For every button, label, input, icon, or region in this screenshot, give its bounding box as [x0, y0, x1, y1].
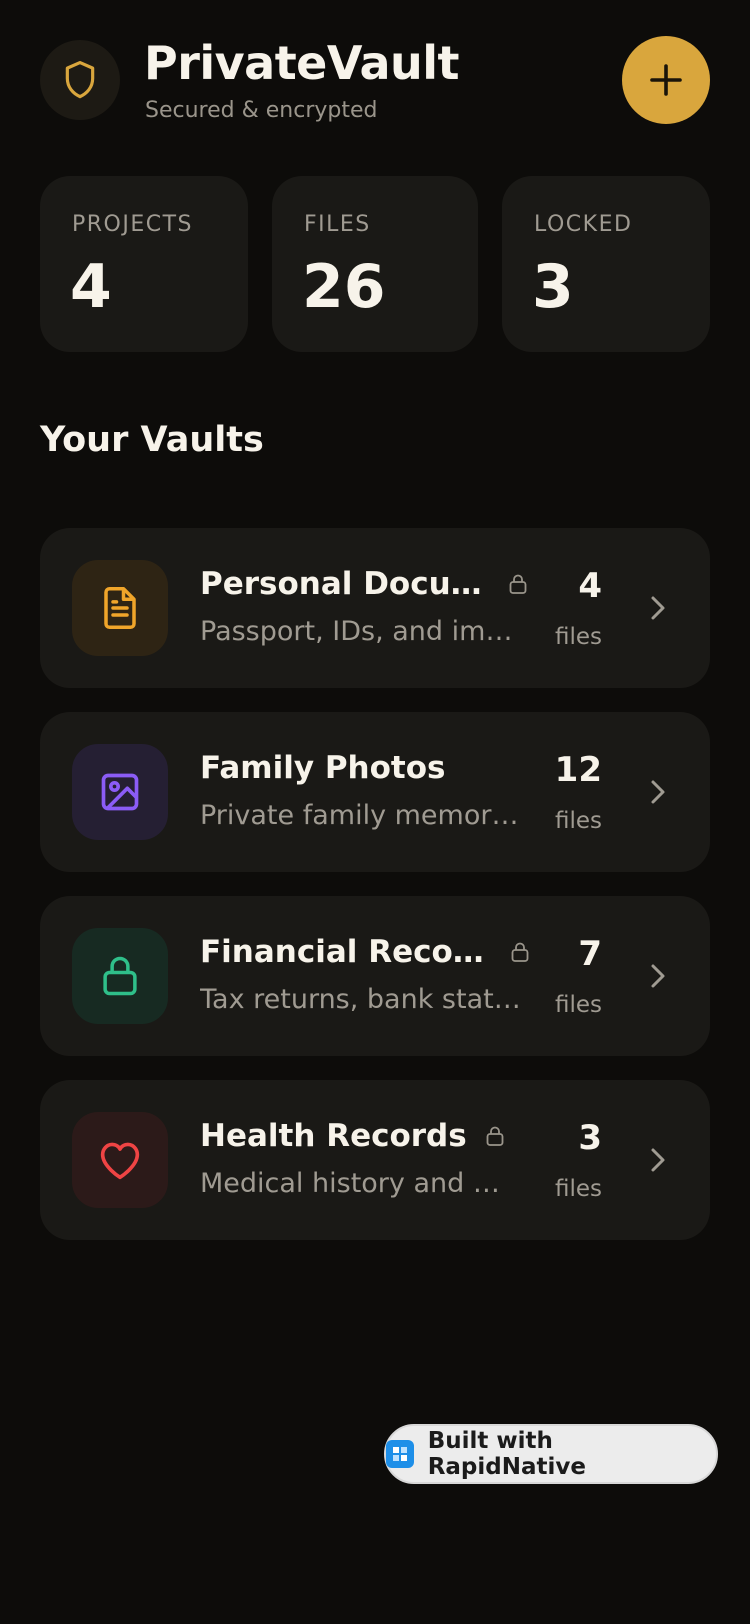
vault-file-unit: files: [554, 1176, 602, 1202]
vault-card-personal-documents[interactable]: Personal Documents Passport, IDs, and im…: [40, 528, 710, 688]
vault-card-health-records[interactable]: Health Records Medical history and presc…: [40, 1080, 710, 1240]
chevron-right-icon: [644, 774, 672, 810]
vault-card-family-photos[interactable]: Family Photos Private family memories 12…: [40, 712, 710, 872]
vault-name: Health Records: [200, 1118, 467, 1154]
vault-icon-container: [72, 560, 168, 656]
stat-value: 3: [532, 252, 574, 322]
vault-file-unit: files: [554, 808, 602, 834]
badge-label: Built with RapidNative: [427, 1428, 586, 1480]
vault-file-count: 4: [578, 566, 602, 606]
stat-label: PROJECTS: [72, 212, 194, 237]
lock-icon: [103, 956, 137, 996]
vault-file-count: 3: [578, 1118, 602, 1158]
section-title: Your Vaults: [40, 420, 264, 460]
header: PrivateVault Secured & encrypted: [40, 36, 710, 126]
small-lock-icon: [510, 941, 530, 963]
vault-file-count: 12: [554, 750, 602, 790]
app-logo: [40, 40, 120, 120]
vault-icon-container: [72, 928, 168, 1024]
built-with-badge[interactable]: Built with RapidNative: [384, 1424, 718, 1484]
chevron-right-icon: [644, 1142, 672, 1178]
shield-icon: [65, 60, 95, 99]
stat-card-projects: PROJECTS 4: [40, 176, 248, 352]
stat-value: 4: [70, 252, 112, 322]
vault-home-screen: PrivateVault Secured & encrypted PROJECT…: [0, 0, 750, 1624]
vault-title-row: Health Records: [200, 1118, 530, 1154]
image-icon: [101, 773, 139, 811]
small-lock-icon: [485, 1125, 505, 1147]
plus-icon: [650, 64, 682, 96]
rapidnative-logo-icon: [386, 1440, 414, 1468]
vault-name: Personal Documents: [200, 566, 490, 602]
vault-name: Family Photos: [200, 750, 446, 786]
vault-file-unit: files: [554, 992, 602, 1018]
app-subtitle: Secured & encrypted: [145, 98, 378, 123]
app-title: PrivateVault: [144, 36, 460, 90]
vault-file-unit: files: [554, 624, 602, 650]
add-vault-button[interactable]: [622, 36, 710, 124]
vault-description: Tax returns, bank statements: [200, 984, 524, 1015]
document-icon: [104, 587, 136, 629]
vault-file-count: 7: [578, 934, 602, 974]
small-lock-icon: [508, 573, 528, 595]
vault-title-row: Financial Records: [200, 934, 530, 970]
vault-icon-container: [72, 1112, 168, 1208]
stat-value: 26: [302, 252, 386, 322]
stat-card-files: FILES 26: [272, 176, 478, 352]
vault-card-financial-records[interactable]: Financial Records Tax returns, bank stat…: [40, 896, 710, 1056]
chevron-right-icon: [644, 590, 672, 626]
vault-title-row: Personal Documents: [200, 566, 530, 602]
vault-description: Medical history and prescriptions: [200, 1168, 514, 1199]
vault-icon-container: [72, 744, 168, 840]
stat-label: FILES: [304, 212, 371, 237]
vault-title-row: Family Photos: [200, 750, 530, 786]
vault-description: Private family memories: [200, 800, 525, 831]
heart-icon: [100, 1142, 140, 1180]
chevron-right-icon: [644, 958, 672, 994]
vault-name: Financial Records: [200, 934, 492, 970]
vault-description: Passport, IDs, and important papers: [200, 616, 514, 647]
stat-label: LOCKED: [534, 212, 633, 237]
stat-card-locked: LOCKED 3: [502, 176, 710, 352]
